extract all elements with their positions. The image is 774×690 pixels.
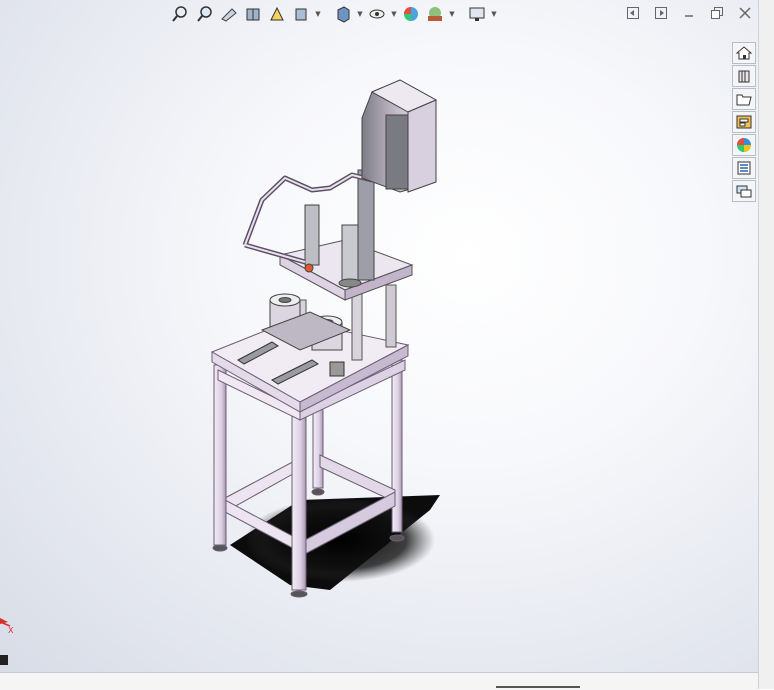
apply-scene-dropdown-icon[interactable]: ▼	[448, 3, 456, 25]
design-library-icon[interactable]	[732, 65, 756, 87]
view-palette-icon[interactable]	[732, 111, 756, 133]
forum-icon[interactable]	[732, 180, 756, 202]
home-icon[interactable]	[732, 42, 756, 64]
reference-triad: X	[0, 618, 14, 634]
view-cube-marker	[0, 655, 8, 665]
restore-left-icon[interactable]	[622, 3, 644, 23]
custom-properties-icon[interactable]	[732, 157, 756, 179]
minimize-icon[interactable]	[678, 3, 700, 23]
triad-axis-label: X	[8, 626, 14, 634]
zoom-to-fit-icon[interactable]	[170, 3, 192, 25]
display-style-dropdown-icon[interactable]: ▼	[356, 3, 364, 25]
highlight-marker	[304, 263, 314, 273]
zoom-to-area-icon[interactable]	[194, 3, 216, 25]
horizontal-scroll-thumb[interactable]	[496, 686, 580, 688]
task-pane-tabs	[730, 42, 758, 202]
dynamic-annotation-icon[interactable]	[266, 3, 288, 25]
hide-show-items-icon[interactable]	[366, 3, 388, 25]
machine-model[interactable]	[0, 0, 758, 672]
status-bar	[0, 672, 758, 690]
display-style-icon[interactable]	[332, 3, 354, 25]
section-view-icon[interactable]	[242, 3, 264, 25]
hide-show-dropdown-icon[interactable]: ▼	[390, 3, 398, 25]
restore-right-icon[interactable]	[650, 3, 672, 23]
view-settings-icon[interactable]	[466, 3, 488, 25]
edit-appearance-icon[interactable]	[400, 3, 422, 25]
view-settings-dropdown-icon[interactable]: ▼	[490, 3, 498, 25]
apply-scene-icon[interactable]	[424, 3, 446, 25]
previous-view-icon[interactable]	[218, 3, 240, 25]
view-orientation-icon[interactable]	[290, 3, 312, 25]
file-explorer-icon[interactable]	[732, 88, 756, 110]
appearances-icon[interactable]	[732, 134, 756, 156]
task-pane-scrollbar[interactable]	[758, 0, 774, 689]
window-controls	[622, 3, 756, 23]
close-icon[interactable]	[734, 3, 756, 23]
graphics-area[interactable]: ▼ ▼ ▼ ▼ ▼ X	[0, 0, 758, 672]
heads-up-view-toolbar: ▼ ▼ ▼ ▼ ▼	[170, 2, 498, 26]
maximize-icon[interactable]	[706, 3, 728, 23]
control-box	[361, 79, 438, 193]
view-orientation-dropdown-icon[interactable]: ▼	[314, 3, 322, 25]
floor-shadow	[230, 495, 440, 590]
